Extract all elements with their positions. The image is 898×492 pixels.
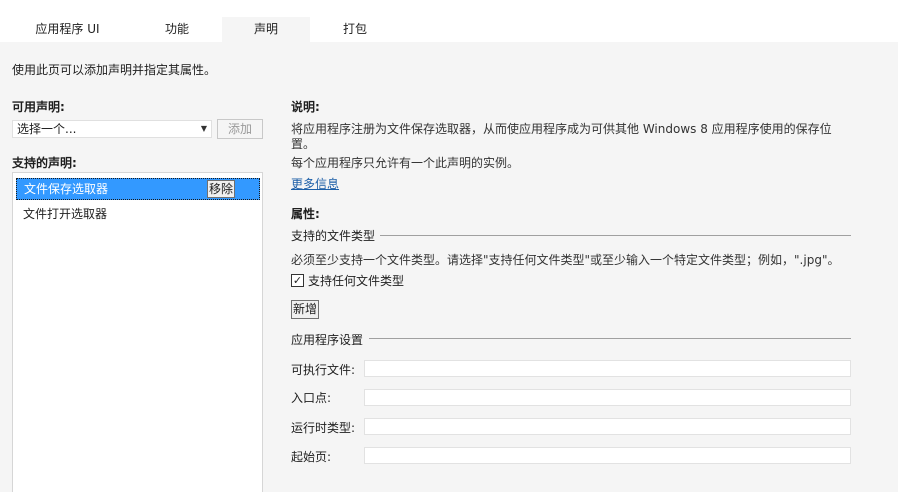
- tab-declarations[interactable]: 声明: [222, 17, 310, 42]
- new-button[interactable]: 新增: [291, 300, 319, 319]
- declaration-select[interactable]: 选择一个... ▼: [12, 120, 212, 138]
- description-line-1: 将应用程序注册为文件保存选取器，从而使应用程序成为可供其他 Windows 8 …: [291, 122, 832, 136]
- declaration-select-value: 选择一个...: [17, 122, 77, 136]
- any-file-type-option[interactable]: ✓ 支持任何文件类型: [291, 274, 404, 290]
- app-settings-divider: [369, 338, 851, 339]
- file-types-group-title: 支持的文件类型: [291, 229, 376, 243]
- supported-declarations-label: 支持的声明:: [12, 156, 77, 170]
- entry-point-input[interactable]: [364, 389, 851, 406]
- checkbox-checked-icon[interactable]: ✓: [291, 274, 304, 287]
- tab-packaging[interactable]: 打包: [311, 17, 399, 42]
- supported-declarations-list: 文件保存选取器 移除 文件打开选取器: [12, 172, 263, 492]
- description-label: 说明:: [291, 100, 320, 114]
- executable-label: 可执行文件:: [291, 363, 356, 377]
- page-intro: 使用此页可以添加声明并指定其属性。: [12, 63, 217, 77]
- start-page-input[interactable]: [364, 447, 851, 464]
- description-line-2: 置。: [291, 137, 316, 151]
- tab-capabilities[interactable]: 功能: [133, 17, 221, 42]
- runtime-type-input[interactable]: [364, 418, 851, 435]
- dropdown-arrow-icon: ▼: [200, 124, 207, 133]
- available-declarations-label: 可用声明:: [12, 100, 65, 114]
- start-page-label: 起始页:: [291, 450, 332, 464]
- any-file-type-label: 支持任何文件类型: [308, 274, 405, 288]
- file-types-hint: 必须至少支持一个文件类型。请选择"支持任何文件类型"或至少输入一个特定文件类型；…: [291, 253, 840, 267]
- list-item-label: 文件打开选取器: [23, 207, 108, 221]
- executable-input[interactable]: [364, 360, 851, 377]
- list-item-file-save-picker[interactable]: 文件保存选取器 移除: [16, 178, 260, 200]
- file-types-divider: [380, 235, 851, 236]
- tab-app-ui[interactable]: 应用程序 UI: [20, 17, 115, 42]
- add-button[interactable]: 添加: [217, 119, 263, 139]
- runtime-type-label: 运行时类型:: [291, 421, 356, 435]
- entry-point-label: 入口点:: [291, 391, 332, 405]
- list-item-label: 文件保存选取器: [24, 182, 109, 196]
- list-item-file-open-picker[interactable]: 文件打开选取器: [16, 203, 260, 225]
- remove-button[interactable]: 移除: [207, 180, 235, 198]
- more-info-link[interactable]: 更多信息: [291, 175, 339, 192]
- tab-bar: 应用程序 UI 功能 声明 打包: [0, 17, 898, 42]
- properties-label: 属性:: [291, 207, 320, 221]
- declarations-page: 使用此页可以添加声明并指定其属性。 可用声明: 选择一个... ▼ 添加 支持的…: [0, 42, 898, 492]
- app-settings-group-title: 应用程序设置: [291, 333, 364, 347]
- description-line-3: 每个应用程序只允许有一个此声明的实例。: [291, 156, 520, 170]
